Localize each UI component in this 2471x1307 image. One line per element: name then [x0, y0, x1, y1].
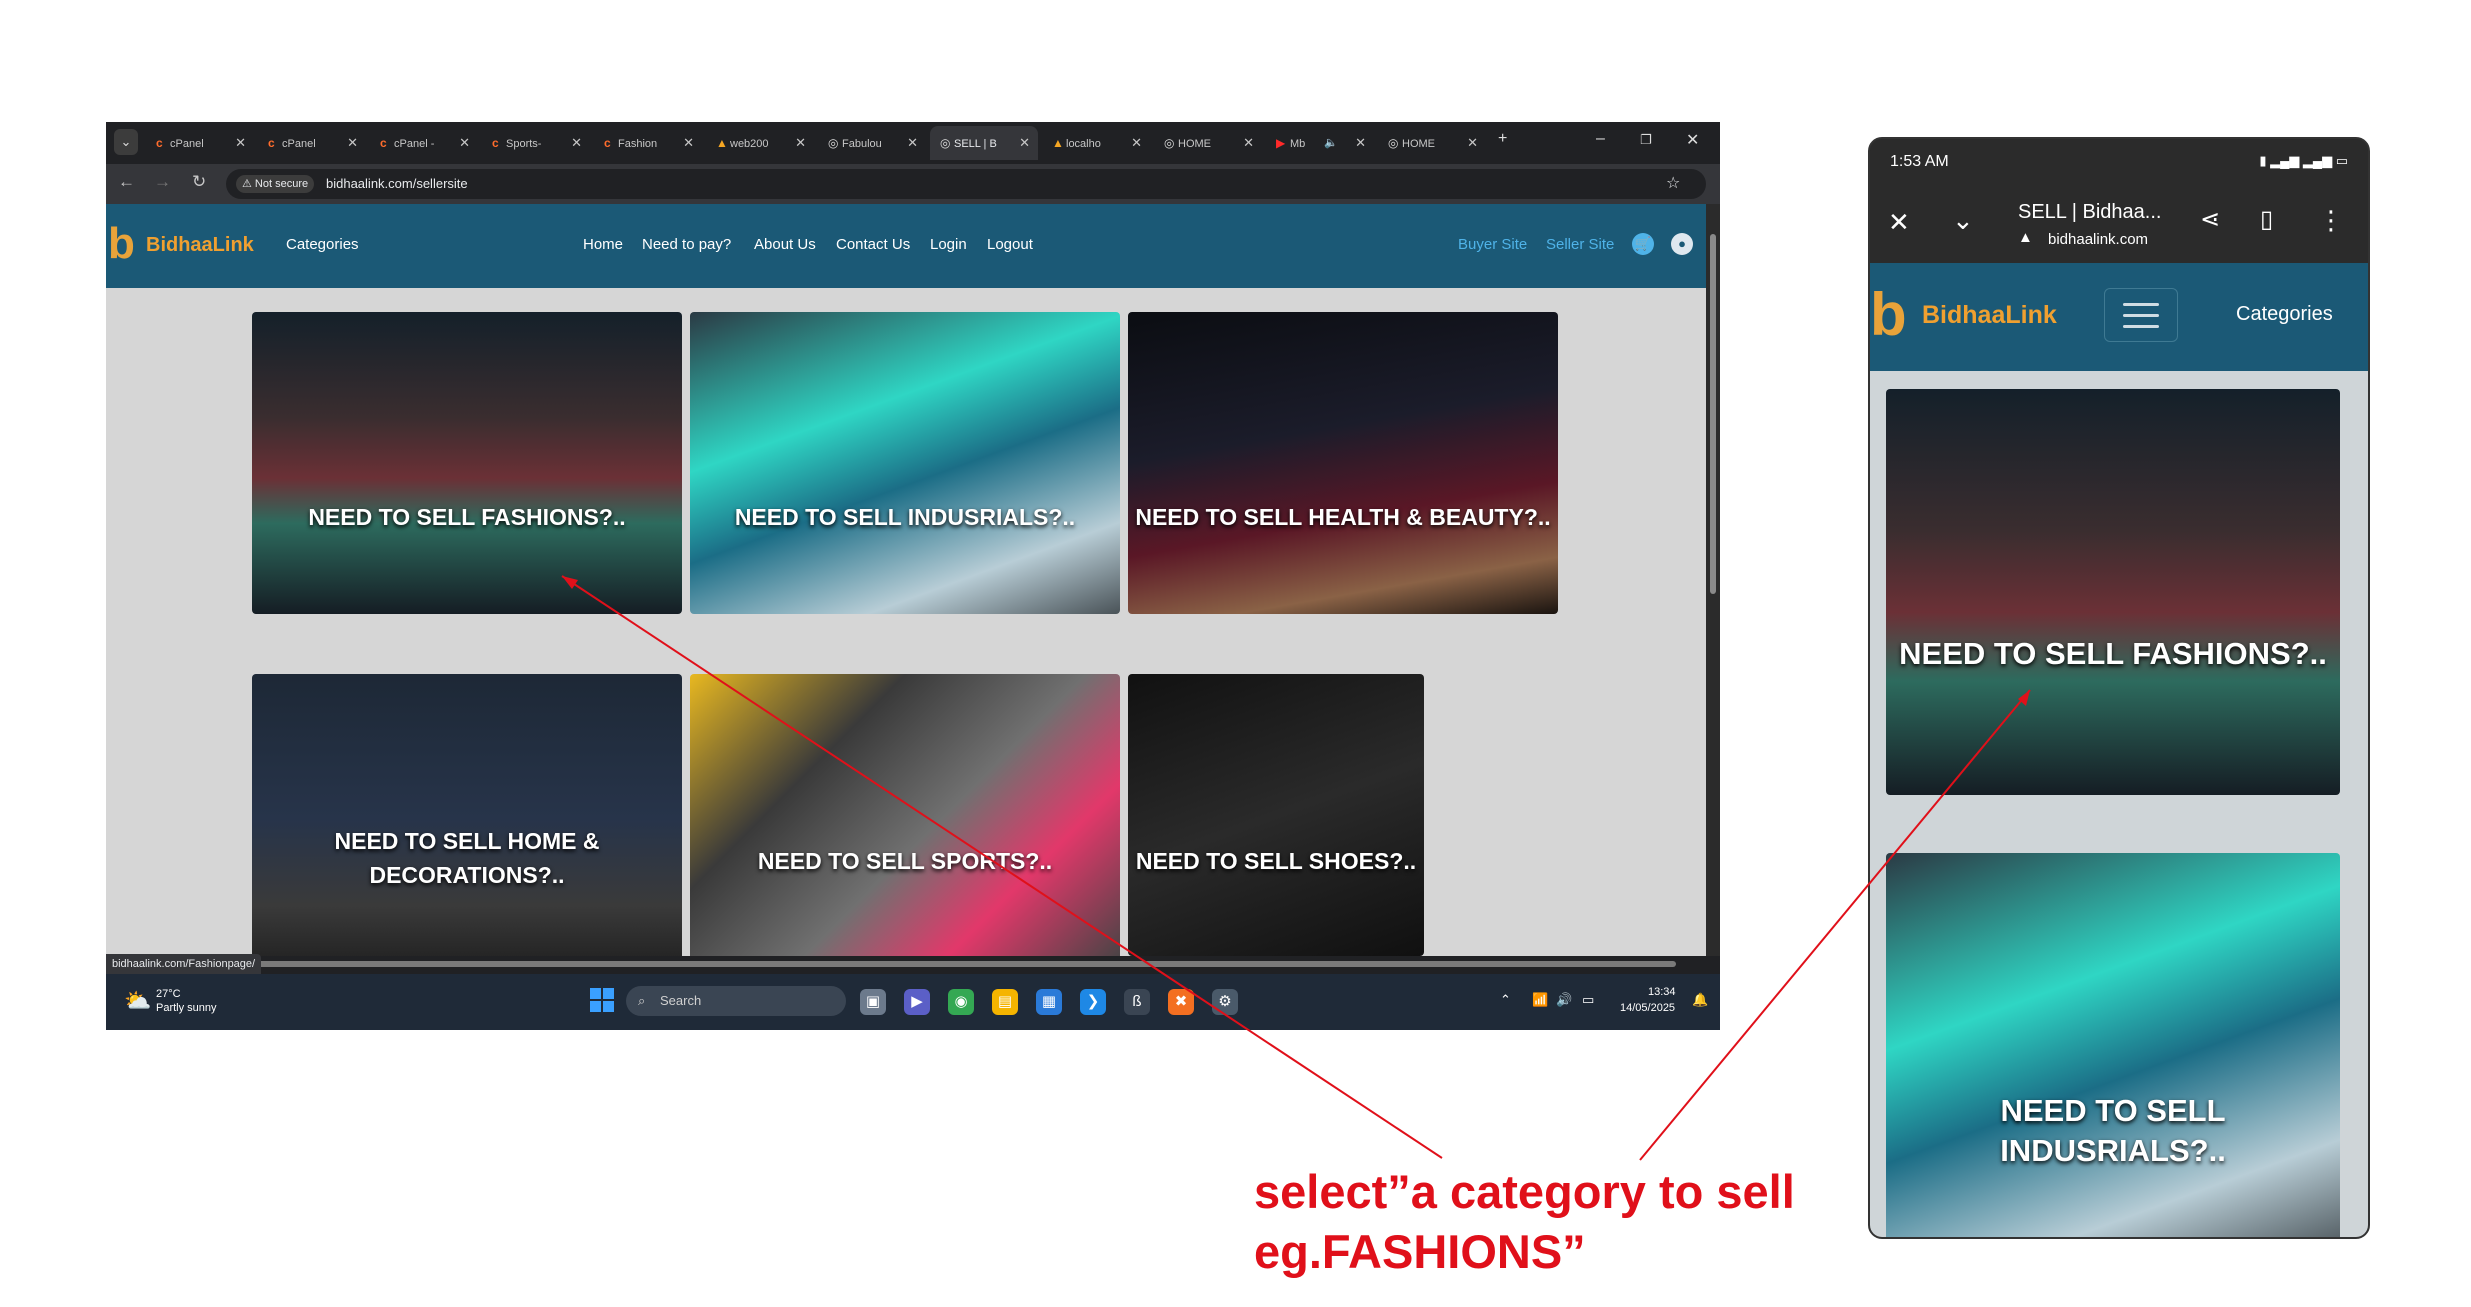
arrow-to-desktop-fashions [561, 575, 1443, 1159]
annotation-text: select”a category to sell eg.FASHIONS” [1254, 1162, 1795, 1282]
annotation-line-2: eg.FASHIONS” [1254, 1225, 1586, 1278]
arrowhead-icon [562, 576, 578, 589]
annotation-arrows [561, 575, 2031, 1161]
arrow-to-phone-fashions [1639, 689, 2031, 1161]
annotation-line-1: select”a category to sell [1254, 1165, 1795, 1218]
